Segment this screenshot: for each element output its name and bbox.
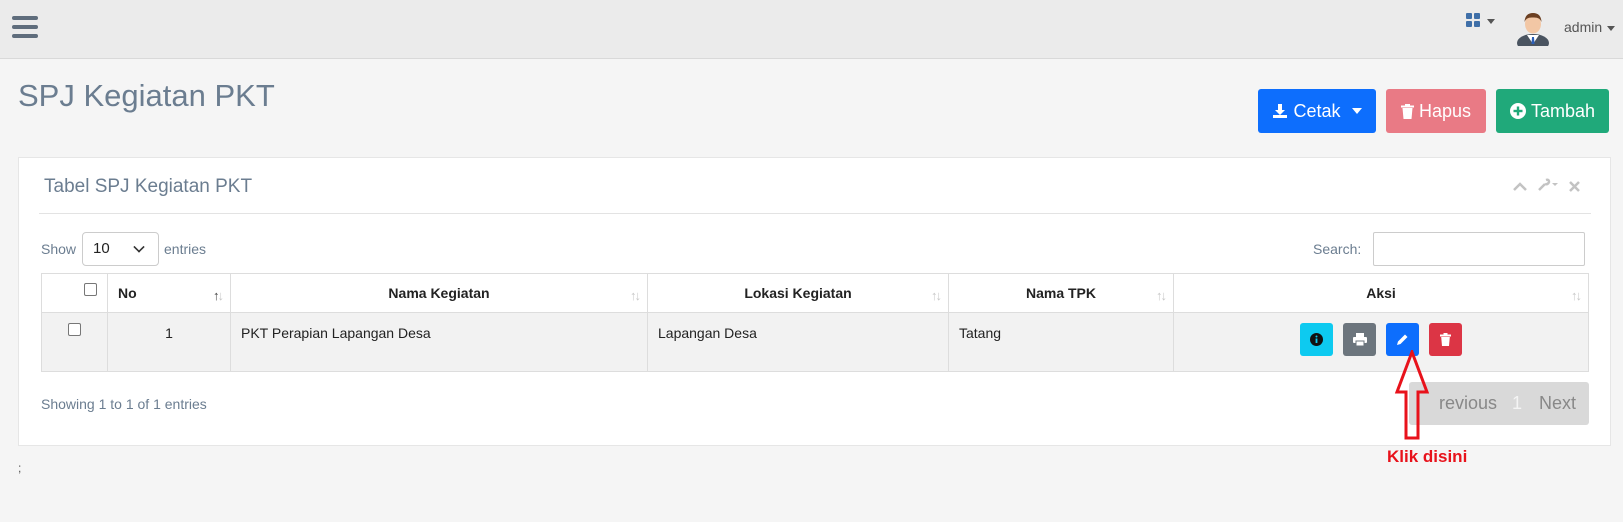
- page-length-value: 10: [93, 240, 110, 257]
- cell-no: 1: [107, 312, 231, 372]
- show-label: Show: [41, 241, 77, 257]
- plus-circle-icon: [1509, 103, 1526, 119]
- column-header-lokasi-kegiatan[interactable]: Lokasi Kegiatan ↑↓: [647, 273, 949, 313]
- data-table: No ↑↓ Nama Kegiatan ↑↓ Lokasi Kegiatan ↑…: [41, 273, 1589, 372]
- avatar[interactable]: [1516, 10, 1550, 46]
- trash-icon: [1440, 333, 1451, 346]
- close-icon[interactable]: [1569, 179, 1580, 197]
- chevron-down-icon: [1487, 19, 1495, 24]
- page-1-button[interactable]: 1: [1512, 393, 1522, 414]
- panel-title: Tabel SPJ Kegiatan PKT: [44, 176, 253, 197]
- table-panel: Tabel SPJ Kegiatan PKT Show 10 entries S…: [18, 157, 1611, 446]
- print-button[interactable]: [1343, 323, 1376, 356]
- sort-icon: ↑↓: [630, 288, 641, 303]
- detail-button[interactable]: [1300, 323, 1333, 356]
- pencil-icon: [1397, 334, 1408, 345]
- cell-lokasi-kegiatan: Lapangan Desa: [647, 312, 949, 372]
- select-all-checkbox[interactable]: [84, 283, 97, 296]
- hapus-label: Hapus: [1418, 100, 1472, 121]
- table-info: Showing 1 to 1 of 1 entries: [41, 396, 207, 412]
- grid-icon: [1466, 13, 1481, 28]
- column-header-nama-kegiatan[interactable]: Nama Kegiatan ↑↓: [230, 273, 648, 313]
- tambah-button[interactable]: Tambah: [1496, 89, 1609, 133]
- row-checkbox[interactable]: [68, 323, 81, 336]
- page-title: SPJ Kegiatan PKT: [18, 78, 275, 113]
- wrench-icon[interactable]: [1537, 178, 1559, 197]
- row-select-cell: [41, 312, 108, 372]
- pagination: revious 1 Next: [1409, 382, 1589, 425]
- callout-arrow: [1394, 350, 1430, 440]
- cetak-label: Cetak: [1293, 100, 1341, 121]
- trash-icon: [1400, 103, 1414, 119]
- search-label: Search:: [1313, 241, 1362, 257]
- sort-icon: ↑↓: [931, 288, 942, 303]
- hapus-button[interactable]: Hapus: [1386, 89, 1486, 133]
- page-length-select[interactable]: 10: [82, 232, 159, 266]
- table-row: 1 PKT Perapian Lapangan Desa Lapangan De…: [41, 312, 1589, 372]
- entries-label: entries: [164, 241, 207, 257]
- info-icon: [1310, 333, 1323, 346]
- previous-button[interactable]: revious: [1439, 393, 1497, 414]
- panel-tools: [1513, 178, 1580, 197]
- user-name: admin: [1564, 19, 1603, 35]
- chevron-down-icon: [1607, 25, 1616, 31]
- tambah-label: Tambah: [1530, 100, 1596, 121]
- print-icon: [1352, 333, 1367, 346]
- column-header-nama-tpk[interactable]: Nama TPK ↑↓: [948, 273, 1174, 313]
- sort-icon: ↑↓: [1156, 288, 1167, 303]
- stray-text: ;: [18, 461, 22, 475]
- search-input[interactable]: [1373, 232, 1585, 266]
- next-button[interactable]: Next: [1539, 393, 1576, 414]
- cell-nama-kegiatan: PKT Perapian Lapangan Desa: [230, 312, 648, 372]
- hamburger-icon[interactable]: [12, 16, 38, 40]
- callout-text: Klik disini: [1387, 447, 1468, 466]
- cell-aksi: [1173, 312, 1589, 372]
- apps-menu-button[interactable]: [1466, 13, 1502, 33]
- column-header-aksi[interactable]: Aksi ↑↓: [1173, 273, 1589, 313]
- download-icon: [1273, 104, 1288, 118]
- table-header-row: No ↑↓ Nama Kegiatan ↑↓ Lokasi Kegiatan ↑…: [41, 273, 1589, 313]
- chevron-down-icon: [1351, 108, 1362, 114]
- cetak-button[interactable]: Cetak: [1258, 89, 1376, 133]
- select-all-header: [41, 273, 108, 313]
- divider: [39, 213, 1591, 214]
- row-actions: [1174, 323, 1588, 356]
- sort-asc-icon: ↑↓: [213, 288, 224, 303]
- sort-icon: ↑↓: [1571, 288, 1582, 303]
- user-menu[interactable]: admin: [1564, 19, 1616, 35]
- top-navbar: admin: [0, 0, 1623, 59]
- delete-button[interactable]: [1429, 323, 1462, 356]
- cell-nama-tpk: Tatang: [948, 312, 1174, 372]
- column-header-no[interactable]: No ↑↓: [107, 273, 231, 313]
- chevron-up-icon[interactable]: [1513, 179, 1527, 197]
- chevron-down-icon: [133, 241, 145, 253]
